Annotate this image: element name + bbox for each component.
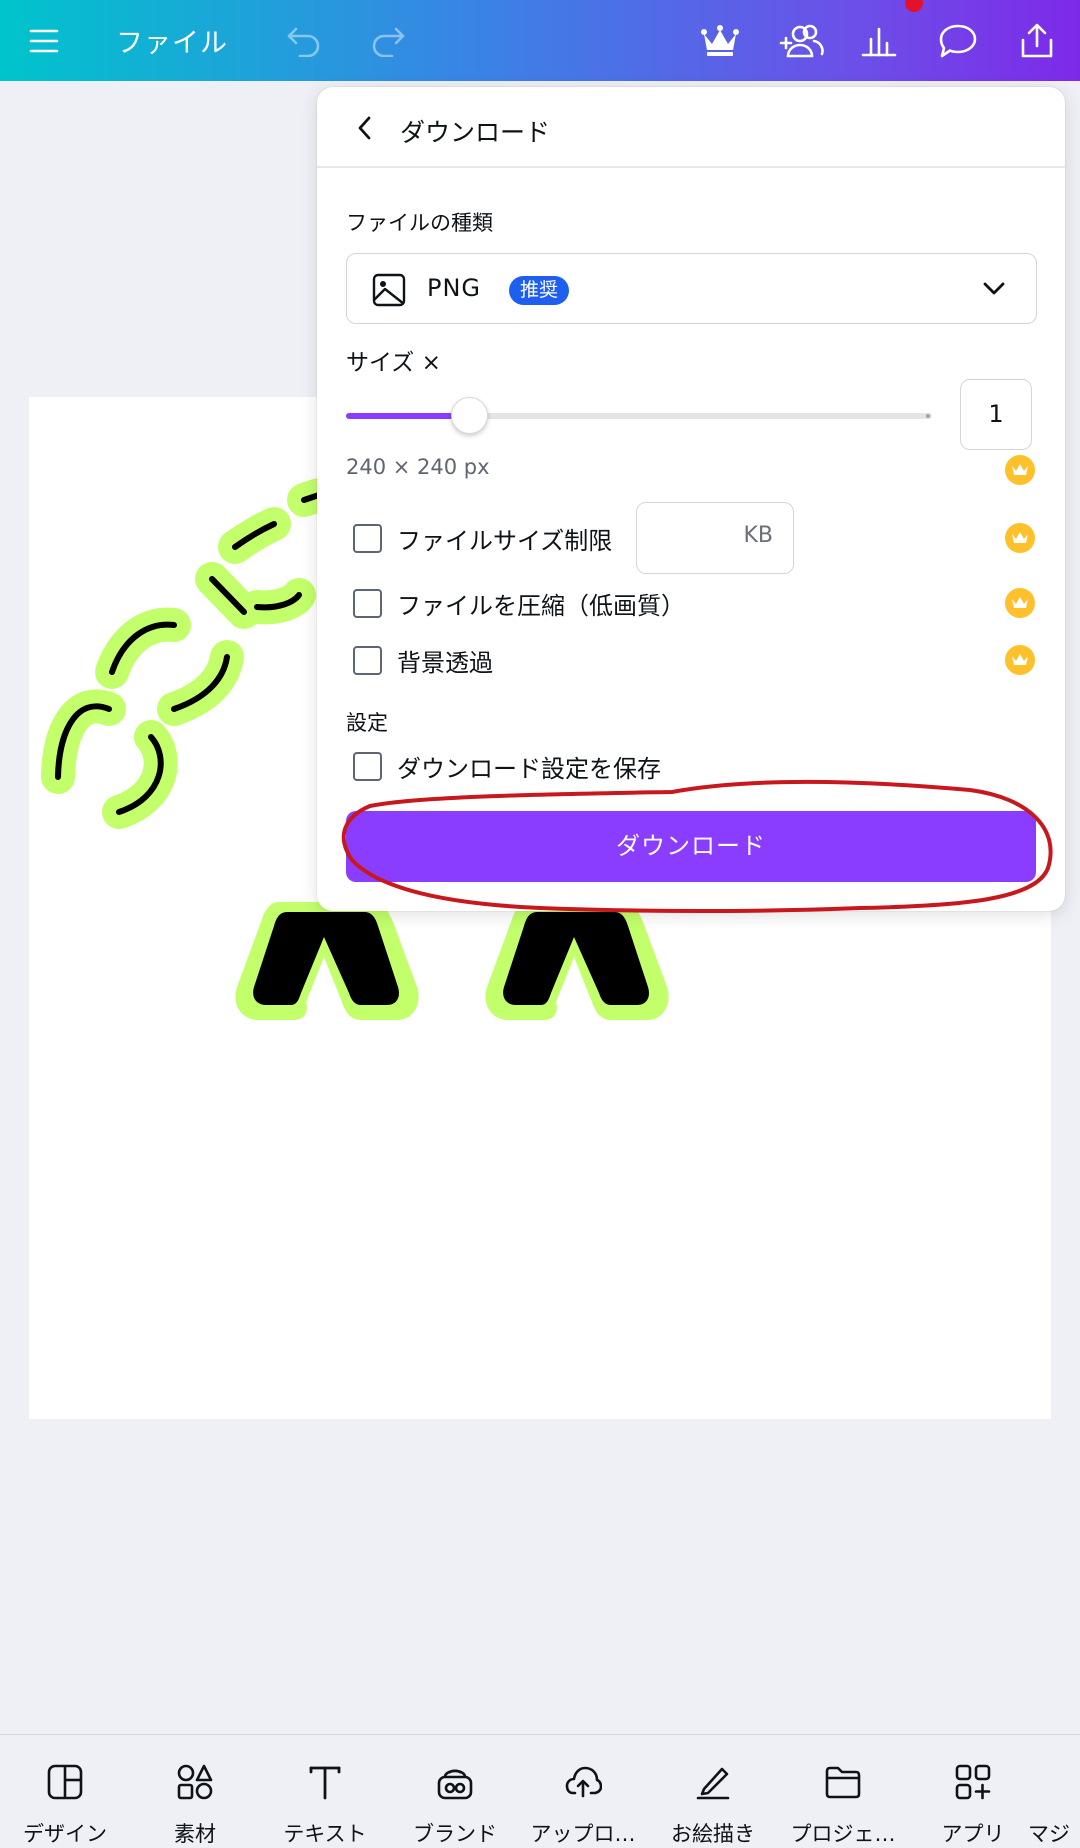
elements-icon: [177, 1764, 213, 1800]
slider-end-dot: [926, 414, 930, 418]
file-type-select[interactable]: PNG 推奨: [346, 253, 1037, 324]
menu-icon[interactable]: [20, 0, 68, 81]
pro-crown-icon: [1005, 523, 1035, 553]
chevron-down-icon: [982, 278, 1006, 302]
compress-file-label: ファイルを圧縮（低画質）: [397, 592, 685, 620]
nav-brand[interactable]: ブランド: [390, 1735, 520, 1848]
nav-magic-label: マジ: [1028, 1822, 1070, 1846]
nav-draw[interactable]: お絵描き: [648, 1735, 778, 1848]
top-toolbar: ファイル: [0, 0, 1080, 81]
add-people-icon[interactable]: [774, 0, 828, 81]
file-type-value: PNG: [427, 274, 482, 302]
back-chevron-icon[interactable]: [347, 111, 381, 145]
nav-projects[interactable]: プロジェ…: [778, 1735, 908, 1848]
nav-uploads[interactable]: アップロ…: [518, 1735, 648, 1848]
text-icon: [309, 1766, 341, 1800]
notification-dot: [905, 0, 923, 12]
nav-elements[interactable]: 素材: [130, 1735, 260, 1848]
insights-icon[interactable]: [854, 0, 904, 81]
nav-draw-label: お絵描き: [671, 1822, 755, 1846]
nav-text[interactable]: テキスト: [260, 1735, 390, 1848]
nav-apps-label: アプリ: [941, 1822, 1005, 1846]
projects-icon: [825, 1766, 861, 1799]
transparent-background-label: 背景透過: [397, 649, 493, 677]
comment-icon[interactable]: [932, 0, 984, 81]
transparent-background-checkbox[interactable]: [353, 646, 382, 675]
redo-icon[interactable]: [364, 0, 412, 81]
nav-uploads-label: アップロ…: [530, 1822, 636, 1846]
nav-apps[interactable]: アプリ: [908, 1735, 1038, 1848]
nav-magic[interactable]: マジ: [1020, 1735, 1080, 1848]
pro-crown-icon: [1005, 588, 1035, 618]
settings-section-label: 設定: [346, 711, 388, 735]
nav-text-label: テキスト: [283, 1822, 367, 1846]
download-panel: ダウンロード ファイルの種類 PNG 推奨 サイズ × 1 240 × 240 …: [317, 87, 1065, 911]
pro-crown-icon: [1005, 455, 1035, 485]
file-menu-button[interactable]: ファイル: [112, 0, 232, 81]
image-icon: [372, 273, 406, 311]
pro-crown-icon: [1005, 645, 1035, 675]
nav-design-label: デザイン: [23, 1822, 107, 1846]
dimensions-readout: 240 × 240 px: [346, 455, 490, 479]
draw-icon: [696, 1767, 730, 1800]
apps-icon: [955, 1764, 991, 1800]
size-label: サイズ ×: [346, 350, 441, 376]
file-size-limit-input[interactable]: KB: [636, 502, 794, 574]
nav-elements-label: 素材: [174, 1822, 216, 1846]
recommended-badge: 推奨: [509, 276, 570, 305]
share-icon[interactable]: [1012, 0, 1062, 81]
nav-design[interactable]: デザイン: [0, 1735, 130, 1848]
save-settings-label: ダウンロード設定を保存: [397, 755, 661, 783]
panel-title: ダウンロード: [400, 118, 551, 147]
upload-icon: [565, 1766, 602, 1798]
nav-brand-label: ブランド: [413, 1822, 497, 1846]
panel-header: ダウンロード: [317, 87, 1065, 168]
brand-icon: [437, 1769, 473, 1800]
bottom-navigation: デザイン 素材 テキスト ブランド アップロ… お絵描き プロジェ… アプリ マ…: [0, 1734, 1080, 1848]
size-multiplier-input[interactable]: 1: [960, 379, 1032, 450]
size-slider-thumb[interactable]: [451, 397, 489, 434]
crown-icon[interactable]: [696, 0, 744, 81]
save-settings-checkbox[interactable]: [353, 752, 382, 781]
download-button[interactable]: ダウンロード: [346, 811, 1036, 882]
file-size-limit-label: ファイルサイズ制限: [397, 527, 613, 555]
kb-unit: KB: [743, 523, 773, 548]
nav-projects-label: プロジェ…: [790, 1822, 896, 1846]
file-size-limit-checkbox[interactable]: [353, 524, 382, 553]
undo-icon[interactable]: [280, 0, 328, 81]
compress-file-checkbox[interactable]: [353, 589, 382, 618]
design-icon: [47, 1764, 83, 1800]
file-type-label: ファイルの種類: [346, 211, 493, 235]
